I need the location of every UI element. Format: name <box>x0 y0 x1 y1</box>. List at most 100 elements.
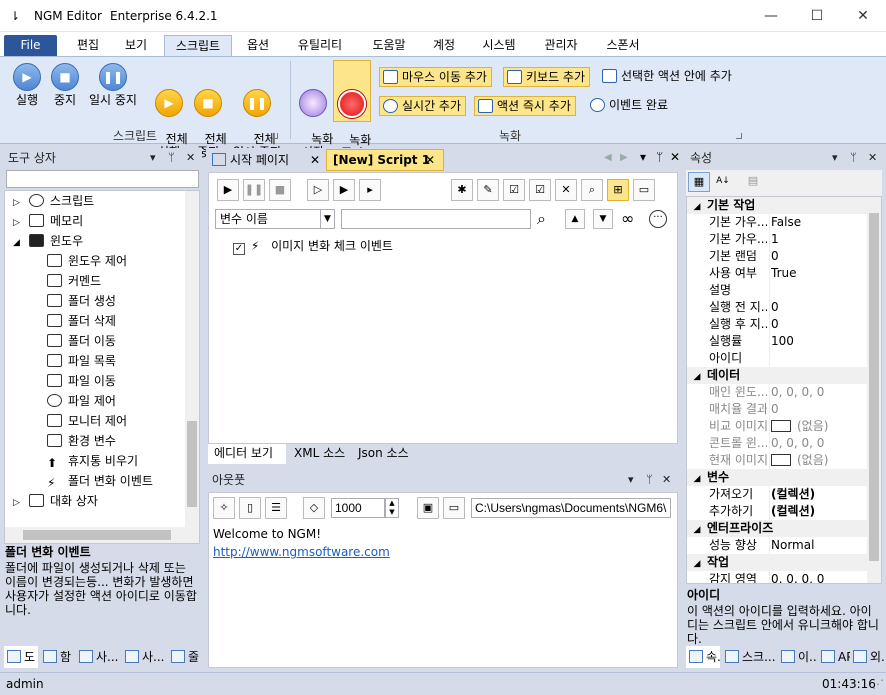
property-value[interactable]: (컬렉션) <box>771 486 815 503</box>
tab-script-1[interactable]: [New] Script 1 ✕ <box>326 149 444 171</box>
close-tab-icon[interactable]: ✕ <box>425 150 435 171</box>
play-selected-button[interactable]: ▶ <box>333 179 355 201</box>
property-category[interactable]: ◢ 변수 <box>687 469 881 486</box>
tree-item-dialog[interactable]: ▷ 대화 상자 <box>13 491 98 511</box>
property-value[interactable]: 0, 0, 0, 0 <box>771 384 824 401</box>
maximize-button[interactable]: ☐ <box>794 0 840 32</box>
new-document-icon[interactable]: ▯ <box>239 497 261 519</box>
property-category[interactable]: ◢ 작업 <box>687 554 881 571</box>
tab-editor-view[interactable]: 에디터 보기 <box>208 444 286 464</box>
tab-toolbox[interactable]: 도 <box>4 646 38 668</box>
property-value[interactable]: 0, 0, 0, 0 <box>771 435 824 452</box>
pause-button[interactable]: ❚❚ <box>243 179 265 201</box>
tab-edit[interactable]: 편집 <box>66 35 110 56</box>
stop-button[interactable]: ■ 중지 <box>47 63 83 107</box>
down-button[interactable]: ▼ <box>593 209 613 229</box>
expand-icon[interactable]: ▷ <box>13 493 29 513</box>
line-count-input[interactable] <box>331 498 385 518</box>
tab-lines[interactable]: 줄 <box>168 646 202 668</box>
event-checkbox[interactable]: ✓ <box>233 243 245 255</box>
property-row[interactable]: 실행 후 지... 0 <box>687 316 881 333</box>
close-icon[interactable]: ✕ <box>868 148 877 168</box>
property-value[interactable]: 1 <box>771 231 779 248</box>
tab-account[interactable]: 계정 <box>424 35 464 56</box>
pause-button[interactable]: ❚❚ 일시 중지 <box>84 63 142 107</box>
property-row[interactable]: 아이디 <box>687 350 881 367</box>
property-value[interactable]: (없음) <box>771 452 828 469</box>
property-value[interactable]: False <box>771 214 801 231</box>
tree-item-window-control[interactable]: 윈도우 제어 <box>47 251 127 271</box>
tab-system[interactable]: 시스템 <box>474 35 524 56</box>
tree-item-folder-change-event[interactable]: ⚡ 폴더 변화 이벤트 <box>47 471 153 491</box>
tree-item-file-list[interactable]: 파일 목록 <box>47 351 116 371</box>
property-scrollbar[interactable] <box>867 197 881 583</box>
tab-user-functions[interactable]: 사... <box>122 646 166 668</box>
pin-icon[interactable]: ᛘ <box>168 148 175 168</box>
property-row[interactable]: 감지 영역 0, 0, 0, 0 <box>687 571 881 583</box>
close-icon[interactable]: ✕ <box>662 470 671 490</box>
toolbox-search-input[interactable] <box>6 170 199 188</box>
property-row[interactable]: 가져오기 (컬렉션) <box>687 486 881 503</box>
tab-xml-source[interactable]: XML 소스 <box>290 444 352 464</box>
play-button[interactable]: ▶ <box>217 179 239 201</box>
lines-icon[interactable]: ☰ <box>265 497 287 519</box>
property-row[interactable]: 콘트롤 윈... 0, 0, 0, 0 <box>687 435 881 452</box>
check-icon[interactable]: ☑ <box>529 179 551 201</box>
scroll-right-icon[interactable]: ▶ <box>620 152 628 163</box>
delete-icon[interactable]: ✕ <box>555 179 577 201</box>
tab-user[interactable]: 사... <box>76 646 120 668</box>
property-row[interactable]: 기본 가우... False <box>687 214 881 231</box>
minimize-button[interactable]: — <box>748 0 794 32</box>
property-row[interactable]: 매인 윈도... 0, 0, 0, 0 <box>687 384 881 401</box>
tab-options[interactable]: 옵션 <box>236 35 280 56</box>
tree-item-script[interactable]: ▷ 스크립트 <box>13 191 94 211</box>
system-menu-icon[interactable]: ⇂ <box>10 9 20 23</box>
dropdown-icon[interactable]: ▾ <box>628 470 634 490</box>
property-value[interactable]: (없음) <box>771 418 828 435</box>
property-value[interactable]: (컬렉션) <box>771 503 815 520</box>
tree-item-folder-delete[interactable]: 폴더 삭제 <box>47 311 116 331</box>
pin-icon[interactable]: ᛘ <box>656 150 663 164</box>
property-value[interactable]: 0 <box>771 248 779 265</box>
play-box-button[interactable]: ▸ <box>359 179 381 201</box>
tab-scripts[interactable]: 스크... <box>722 646 776 668</box>
tab-help[interactable]: 도움말 <box>364 35 414 56</box>
dropdown-icon[interactable]: ▾ <box>832 148 838 168</box>
scrollbar-thumb[interactable] <box>187 421 197 507</box>
group-launcher-icon[interactable] <box>736 133 742 139</box>
tree-item-env-var[interactable]: 환경 변수 <box>47 431 116 451</box>
bulb-icon[interactable]: ✱ <box>451 179 473 201</box>
more-icon[interactable]: ··· <box>649 210 667 228</box>
variable-name-select[interactable]: 변수 이름 ▼ <box>215 209 335 229</box>
add-keyboard-button[interactable]: 키보드 추가 <box>503 67 591 87</box>
collapse-icon[interactable]: ◢ <box>13 233 29 253</box>
property-row[interactable]: 사용 여부 True <box>687 265 881 282</box>
save-icon[interactable]: ▣ <box>417 497 439 519</box>
search-icon[interactable]: ⌕ <box>581 179 603 201</box>
tab-file[interactable]: File <box>4 35 57 56</box>
tree-item-file-move[interactable]: 파일 이동 <box>47 371 116 391</box>
monitor-icon[interactable]: ▭ <box>633 179 655 201</box>
tree-item-window[interactable]: ◢ 윈도우 <box>13 231 83 251</box>
tree-item-folder-create[interactable]: 폴더 생성 <box>47 291 116 311</box>
dropdown-icon[interactable]: ▾ <box>150 148 156 168</box>
tree-view-icon[interactable]: ⊞ <box>607 179 629 201</box>
property-row[interactable]: 설명 <box>687 282 881 299</box>
tab-images[interactable]: 이... <box>778 646 816 668</box>
expand-icon[interactable]: ▷ <box>13 193 29 213</box>
property-row[interactable]: 기본 랜덤 0 <box>687 248 881 265</box>
line-count-spinner[interactable]: ▲ ▼ <box>385 498 399 518</box>
tab-functions[interactable]: 함 <box>40 646 74 668</box>
close-tab-icon[interactable]: ✕ <box>310 150 320 170</box>
close-icon[interactable]: ✕ <box>186 148 195 168</box>
tab-json-source[interactable]: Json 소스 <box>354 444 420 464</box>
property-value[interactable]: Normal <box>771 537 814 554</box>
tree-item-folder-move[interactable]: 폴더 이동 <box>47 331 116 351</box>
add-mouse-move-button[interactable]: 마우스 이동 추가 <box>379 67 492 87</box>
property-category[interactable]: ◢ 데이터 <box>687 367 881 384</box>
folder-icon[interactable]: ▭ <box>443 497 465 519</box>
record-stop-button[interactable]: 녹화 중지 <box>333 60 371 160</box>
property-value[interactable]: True <box>771 265 797 282</box>
property-row[interactable]: 실행 전 지... 0 <box>687 299 881 316</box>
property-category[interactable]: ◢ 엔터프라이즈 <box>687 520 881 537</box>
